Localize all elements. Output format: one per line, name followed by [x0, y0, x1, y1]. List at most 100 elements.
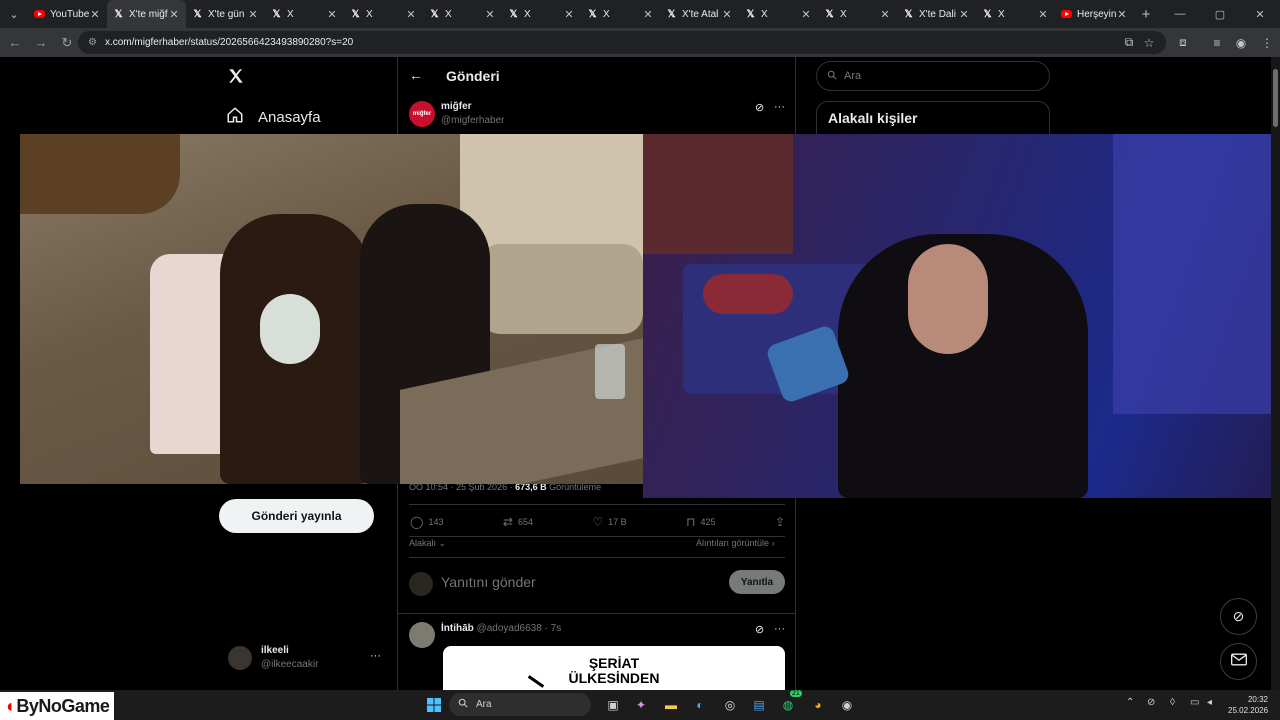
scrollbar-thumb[interactable]: [1273, 69, 1278, 127]
volume-icon[interactable]: ◂: [1207, 697, 1212, 708]
reply-more-button[interactable]: ···: [774, 623, 785, 635]
browser-tab[interactable]: 𝕏 X'te miğf ✕: [107, 0, 186, 28]
reload-button[interactable]: ↻: [54, 30, 80, 56]
browser-tab[interactable]: 𝕏 X'te Dali ✕: [897, 0, 976, 28]
reply-input[interactable]: Yanıtını gönder: [441, 574, 536, 590]
relevance-sort-dropdown[interactable]: Alakalı ⌄: [409, 538, 446, 549]
close-tab-icon[interactable]: ✕: [1037, 8, 1049, 21]
share-action[interactable]: ⇪: [775, 515, 785, 529]
close-tab-icon[interactable]: ✕: [1116, 8, 1128, 21]
browser-tab[interactable]: 𝕏 X'te gün ✕: [186, 0, 265, 28]
browser-tab[interactable]: 𝕏 X ✕: [344, 0, 423, 28]
browser-tab[interactable]: YouTube ✕: [28, 0, 107, 28]
close-window-button[interactable]: ✕: [1240, 0, 1280, 28]
taskbar-search[interactable]: Ara: [449, 693, 591, 716]
edge-browser-icon[interactable]: ◐: [688, 693, 712, 717]
watermark-icon: ◖: [4, 695, 15, 716]
page-scrollbar[interactable]: [1271, 57, 1280, 690]
close-tab-icon[interactable]: ✕: [642, 8, 654, 21]
reply-author-handle[interactable]: @adoyad6638: [477, 623, 542, 634]
search-icon: [458, 698, 468, 711]
obs-icon[interactable]: ◎: [718, 693, 742, 717]
close-tab-icon[interactable]: ✕: [405, 8, 417, 21]
reply-image[interactable]: ŞERİAT ÜLKESİNDEN: [443, 646, 785, 690]
back-button[interactable]: ←: [2, 30, 28, 56]
tab-title: X: [998, 8, 1005, 20]
site-info-icon[interactable]: ⚙: [88, 37, 97, 48]
reading-list-icon[interactable]: ≡: [1204, 28, 1230, 57]
maximize-button[interactable]: ▢: [1200, 0, 1240, 28]
tabs-container: YouTube ✕ 𝕏 X'te miğf ✕ 𝕏 X'te gün ✕ 𝕏 X ✕ 𝕏 X ✕ 𝕏 X ✕ 𝕏 X…: [28, 0, 1134, 28]
tab-title: X'te miğf: [129, 8, 168, 20]
grok-icon[interactable]: ⊘: [755, 101, 764, 114]
browser-tab[interactable]: 𝕏 X ✕: [502, 0, 581, 28]
microphone-icon[interactable]: ◊: [1170, 697, 1175, 708]
close-tab-icon[interactable]: ✕: [247, 8, 259, 21]
close-tab-icon[interactable]: ✕: [563, 8, 575, 21]
task-view-icon[interactable]: ▣: [601, 693, 625, 717]
author-handle[interactable]: @migferhaber: [441, 115, 505, 126]
account-menu-button[interactable]: ···: [370, 650, 381, 662]
close-tab-icon[interactable]: ✕: [879, 8, 891, 21]
grok-fab[interactable]: ⊘: [1220, 598, 1257, 635]
address-bar[interactable]: ⚙ x.com/migferhaber/status/2026566423493…: [78, 31, 1166, 54]
extensions-icon[interactable]: ⧈: [1170, 28, 1196, 57]
like-action[interactable]: ♡ 17 B: [592, 515, 626, 529]
post-more-button[interactable]: ···: [774, 101, 785, 113]
repost-action[interactable]: ⇄ 654: [503, 515, 533, 529]
post-actions: ◯ 143 ⇄ 654 ♡ 17 B ⊓ 425 ⇪: [410, 515, 785, 529]
browser-tab[interactable]: 𝕏 X ✕: [423, 0, 502, 28]
network-icon[interactable]: ⊘: [1147, 697, 1155, 708]
display-icon[interactable]: ▭: [1190, 697, 1199, 708]
steam-icon[interactable]: ◉: [835, 693, 859, 717]
forward-button[interactable]: →: [28, 30, 54, 56]
author-name[interactable]: miğfer: [441, 101, 472, 112]
new-tab-button[interactable]: +: [1134, 6, 1158, 23]
bookmark-action[interactable]: ⊓ 425: [686, 515, 715, 529]
whatsapp-icon[interactable]: ◍ 21: [776, 690, 802, 717]
close-tab-icon[interactable]: ✕: [484, 8, 496, 21]
author-avatar[interactable]: miğfer: [409, 101, 435, 127]
browser-tab[interactable]: 𝕏 X'te Atal ✕: [660, 0, 739, 28]
chrome-icon[interactable]: ◕: [806, 693, 830, 717]
browser-tab[interactable]: 𝕏 X ✕: [976, 0, 1055, 28]
reply-action[interactable]: ◯ 143: [410, 515, 443, 529]
grok-icon[interactable]: ⊘: [755, 623, 764, 636]
browser-tab[interactable]: 𝕏 X ✕: [581, 0, 660, 28]
messages-fab[interactable]: [1220, 643, 1257, 680]
close-tab-icon[interactable]: ✕: [326, 8, 338, 21]
clock[interactable]: 20:32 25.02.2026: [1228, 694, 1268, 716]
close-tab-icon[interactable]: ✕: [168, 8, 180, 21]
browser-tab[interactable]: 𝕏 X ✕: [818, 0, 897, 28]
profile-avatar-icon[interactable]: ◉: [1228, 28, 1254, 57]
browser-menu-icon[interactable]: ⋮: [1254, 28, 1280, 57]
post-button[interactable]: Gönderi yayınla: [219, 499, 374, 533]
browser-tab[interactable]: 𝕏 X ✕: [265, 0, 344, 28]
reply-author-avatar[interactable]: [409, 622, 435, 648]
nav-home[interactable]: Anasayfa: [226, 106, 321, 128]
close-tab-icon[interactable]: ✕: [958, 8, 970, 21]
windows-start-icon[interactable]: [422, 693, 446, 717]
close-tab-icon[interactable]: ✕: [800, 8, 812, 21]
close-tab-icon[interactable]: ✕: [721, 8, 733, 21]
bookmark-star-icon[interactable]: ☆: [1136, 28, 1162, 57]
close-tab-icon[interactable]: ✕: [89, 8, 101, 21]
microsoft-store-icon[interactable]: ▤: [747, 693, 771, 717]
file-explorer-icon[interactable]: ▬: [659, 693, 683, 717]
x-logo-icon[interactable]: [227, 67, 245, 90]
browser-tab[interactable]: Herşeyin ✕: [1055, 0, 1134, 28]
account-avatar[interactable]: [228, 646, 252, 670]
back-arrow-icon[interactable]: ←: [409, 67, 423, 83]
tab-search-button[interactable]: ⌄: [0, 0, 28, 28]
tab-title: X: [366, 8, 373, 20]
reply-author-name[interactable]: İntihāb: [441, 623, 474, 634]
view-quotes-link[interactable]: Alıntıları görüntüle ›: [696, 538, 775, 548]
chevron-up-icon[interactable]: ⌃: [1126, 697, 1134, 708]
browser-tab[interactable]: 𝕏 X ✕: [739, 0, 818, 28]
copilot-icon[interactable]: ✦: [629, 693, 653, 717]
minimize-button[interactable]: —: [1160, 0, 1200, 28]
tab-title: X: [287, 8, 294, 20]
search-input[interactable]: Ara: [816, 61, 1050, 91]
reply-submit-button[interactable]: Yanıtla: [729, 570, 785, 594]
divider: [409, 536, 785, 537]
